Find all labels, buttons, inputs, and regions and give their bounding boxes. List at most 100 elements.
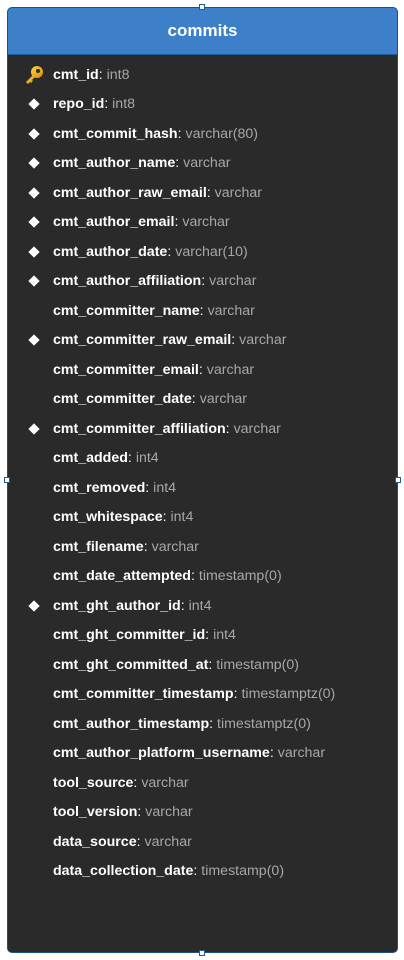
commits-table[interactable]: commits cmt_id: int8 repo_id: int8 cmt_com… [7, 7, 398, 953]
column-text: cmt_removed: int4 [53, 481, 176, 495]
column-row[interactable]: data_collection_date: timestamp(0) [8, 857, 397, 887]
column-row[interactable]: cmt_date_attempted: timestamp(0) [8, 562, 397, 592]
column-row[interactable]: cmt_filename: varchar [8, 532, 397, 562]
column-row[interactable]: cmt_author_timestamp: timestamptz(0) [8, 709, 397, 739]
column-text: cmt_whitespace: int4 [53, 510, 193, 524]
column-type: varchar [214, 184, 262, 201]
column-text: cmt_ght_committer_id: int4 [53, 628, 236, 642]
column-row[interactable]: cmt_committer_date: varchar [8, 385, 397, 415]
column-text: cmt_committer_affiliation: varchar [53, 422, 281, 436]
column-separator: : [104, 96, 109, 113]
column-separator: : [175, 155, 180, 172]
column-text: cmt_ght_committed_at: timestamp(0) [53, 658, 299, 672]
index-diamond-icon [22, 330, 46, 350]
column-separator: : [233, 686, 238, 703]
column-type: varchar [141, 774, 189, 791]
column-separator: : [208, 656, 213, 673]
column-name: cmt_author_name [53, 155, 176, 172]
index-diamond-icon [22, 596, 46, 616]
column-type: int4 [188, 597, 212, 614]
column-row[interactable]: cmt_ght_author_id: int4 [8, 591, 397, 621]
column-type: int4 [213, 627, 236, 644]
column-text: cmt_committer_date: varchar [53, 392, 247, 406]
column-separator: : [136, 833, 141, 850]
column-row[interactable]: cmt_added: int4 [8, 444, 397, 474]
index-diamond-icon [22, 183, 46, 203]
column-separator: : [143, 538, 148, 555]
table-title: commits [167, 21, 238, 40]
column-type: timestamptz(0) [241, 686, 336, 703]
column-text: repo_id: int8 [53, 97, 135, 111]
column-row[interactable]: cmt_committer_affiliation: varchar [8, 414, 397, 444]
column-row[interactable]: cmt_author_email: varchar [8, 208, 397, 238]
column-name: cmt_author_platform_username [53, 745, 270, 762]
column-separator: : [201, 273, 206, 290]
column-row[interactable]: cmt_id: int8 [8, 60, 397, 90]
column-row[interactable]: cmt_committer_timestamp: timestamptz(0) [8, 680, 397, 710]
column-text: cmt_committer_raw_email: varchar [53, 333, 286, 347]
column-text: cmt_date_attempted: timestamp(0) [53, 569, 282, 583]
column-row[interactable]: cmt_author_platform_username: varchar [8, 739, 397, 769]
column-separator: : [180, 597, 185, 614]
column-row[interactable]: tool_version: varchar [8, 798, 397, 828]
index-diamond-icon [22, 153, 46, 173]
column-row[interactable]: cmt_author_date: varchar(10) [8, 237, 397, 267]
resize-handle-right[interactable] [395, 477, 401, 483]
column-row[interactable]: cmt_author_name: varchar [8, 149, 397, 179]
column-name: cmt_ght_committer_id [53, 627, 206, 644]
column-separator: : [98, 66, 103, 83]
column-type: varchar [199, 391, 247, 408]
column-name: cmt_ght_author_id [53, 597, 181, 614]
column-text: cmt_committer_email: varchar [53, 363, 254, 377]
column-name: cmt_removed [53, 479, 146, 496]
column-row[interactable]: cmt_author_raw_email: varchar [8, 178, 397, 208]
resize-handle-bottom[interactable] [199, 950, 205, 956]
column-text: cmt_author_date: varchar(10) [53, 245, 248, 259]
column-type: varchar [145, 804, 193, 821]
column-separator: : [205, 627, 210, 644]
resize-handle-left[interactable] [4, 477, 10, 483]
column-type: int8 [112, 96, 136, 113]
column-separator: : [177, 125, 182, 142]
index-diamond-icon [22, 124, 46, 144]
table-title-bar[interactable]: commits [8, 8, 397, 55]
column-row[interactable]: cmt_committer_email: varchar [8, 355, 397, 385]
column-row[interactable]: cmt_committer_raw_email: varchar [8, 326, 397, 356]
column-text: data_collection_date: timestamp(0) [53, 864, 284, 878]
column-separator: : [231, 332, 236, 349]
column-row[interactable]: tool_source: varchar [8, 768, 397, 798]
column-name: cmt_author_timestamp [53, 715, 210, 732]
column-row[interactable]: data_source: varchar [8, 827, 397, 857]
column-type: varchar [209, 273, 257, 290]
column-row[interactable]: cmt_committer_name: varchar [8, 296, 397, 326]
column-row[interactable]: cmt_ght_committer_id: int4 [8, 621, 397, 651]
column-text: cmt_author_platform_username: varchar [53, 746, 325, 760]
column-name: cmt_committer_affiliation [53, 420, 226, 437]
column-name: cmt_committer_date [53, 391, 192, 408]
index-diamond-icon [22, 271, 46, 291]
column-separator: : [191, 391, 196, 408]
column-name: cmt_committer_name [53, 302, 200, 319]
column-row[interactable]: cmt_ght_committed_at: timestamp(0) [8, 650, 397, 680]
column-separator: : [167, 243, 172, 260]
column-type: int4 [135, 450, 159, 467]
column-separator: : [269, 745, 274, 762]
column-type: varchar [182, 214, 230, 231]
column-type: varchar [233, 420, 281, 437]
column-separator: : [198, 361, 203, 378]
resize-handle-top[interactable] [199, 4, 205, 10]
column-row[interactable]: cmt_author_affiliation: varchar [8, 267, 397, 297]
column-text: cmt_ght_author_id: int4 [53, 599, 211, 613]
column-text: data_source: varchar [53, 835, 192, 849]
column-type: varchar [207, 302, 255, 319]
column-type: timestamp(0) [198, 568, 282, 585]
column-row[interactable]: repo_id: int8 [8, 90, 397, 120]
column-text: cmt_committer_timestamp: timestamptz(0) [53, 687, 335, 701]
column-row[interactable]: cmt_whitespace: int4 [8, 503, 397, 533]
column-row[interactable]: cmt_removed: int4 [8, 473, 397, 503]
column-name: repo_id [53, 96, 105, 113]
column-row[interactable]: cmt_commit_hash: varchar(80) [8, 119, 397, 149]
column-type: varchar [277, 745, 326, 762]
column-type: varchar [206, 361, 255, 378]
column-type: varchar [239, 332, 287, 349]
